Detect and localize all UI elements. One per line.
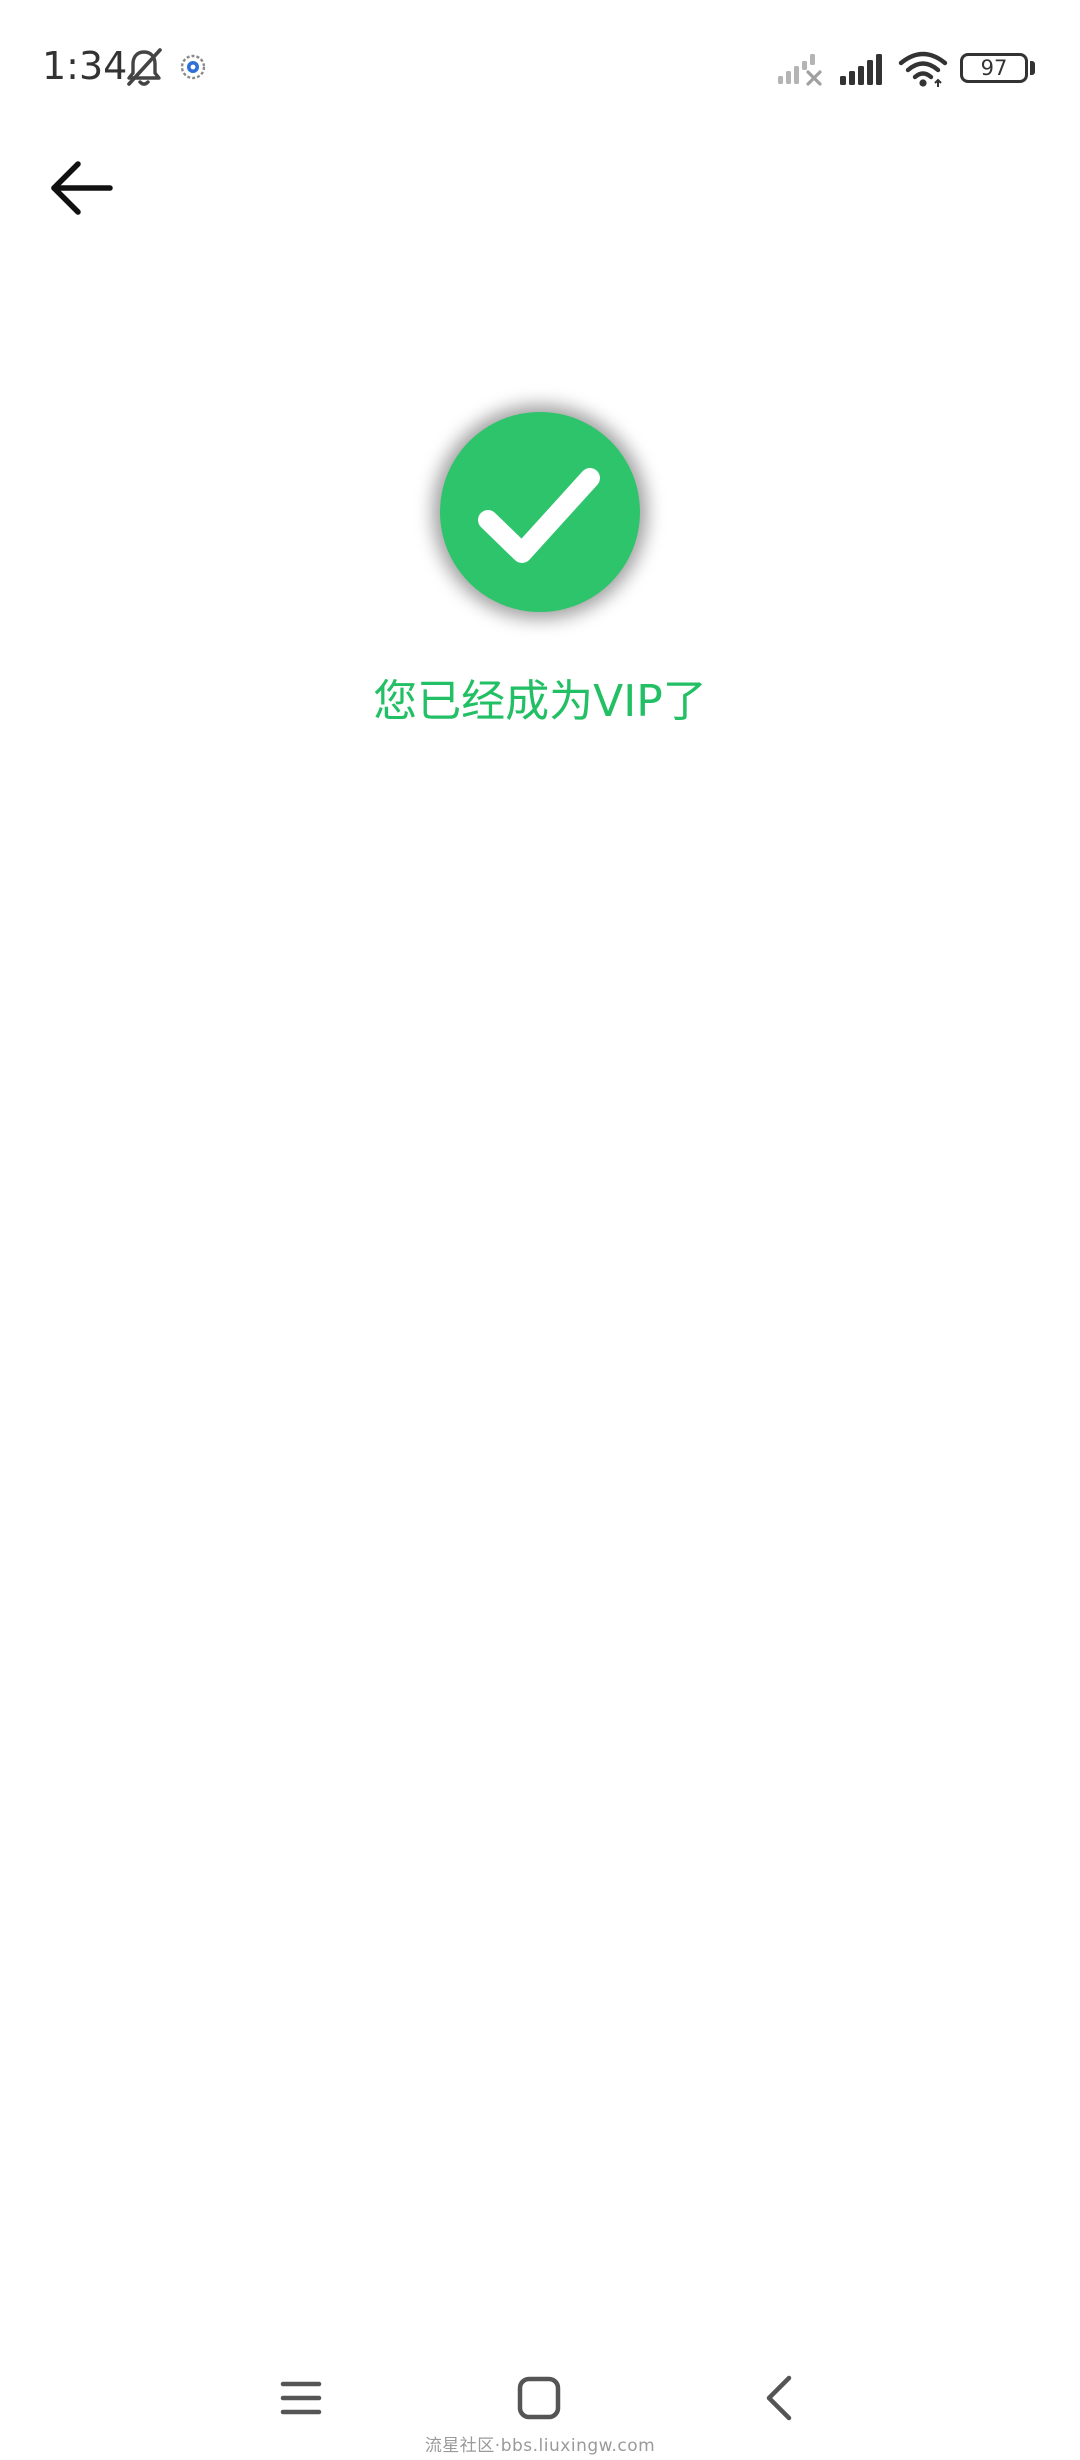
- home-icon: [517, 2376, 561, 2420]
- battery-indicator: 97: [960, 53, 1028, 83]
- nav-back-button[interactable]: [734, 2360, 824, 2440]
- bell-off-icon: [127, 48, 162, 86]
- signal-no-service-icon: [778, 54, 822, 86]
- navigation-bar: [0, 2360, 1080, 2440]
- checkmark-icon: [478, 468, 600, 563]
- nav-menu-button[interactable]: [256, 2360, 346, 2440]
- watermark: 流星社区·bbs.liuxingw.com: [424, 2436, 656, 2456]
- arrow-left-icon: [51, 161, 113, 215]
- success-message: 您已经成为VIP了: [373, 676, 707, 727]
- status-bar: 1:34 97: [0, 0, 1080, 140]
- app-notification-icon: [180, 54, 206, 80]
- battery-tip: [1030, 61, 1035, 75]
- back-icon: [766, 2375, 792, 2421]
- menu-icon: [280, 2381, 322, 2415]
- success-circle: [440, 412, 640, 612]
- back-button[interactable]: [44, 150, 120, 226]
- status-time: 1:34: [42, 44, 128, 88]
- nav-home-button[interactable]: [494, 2360, 584, 2440]
- signal-strength-icon: [840, 54, 882, 85]
- wifi-icon: [898, 51, 948, 87]
